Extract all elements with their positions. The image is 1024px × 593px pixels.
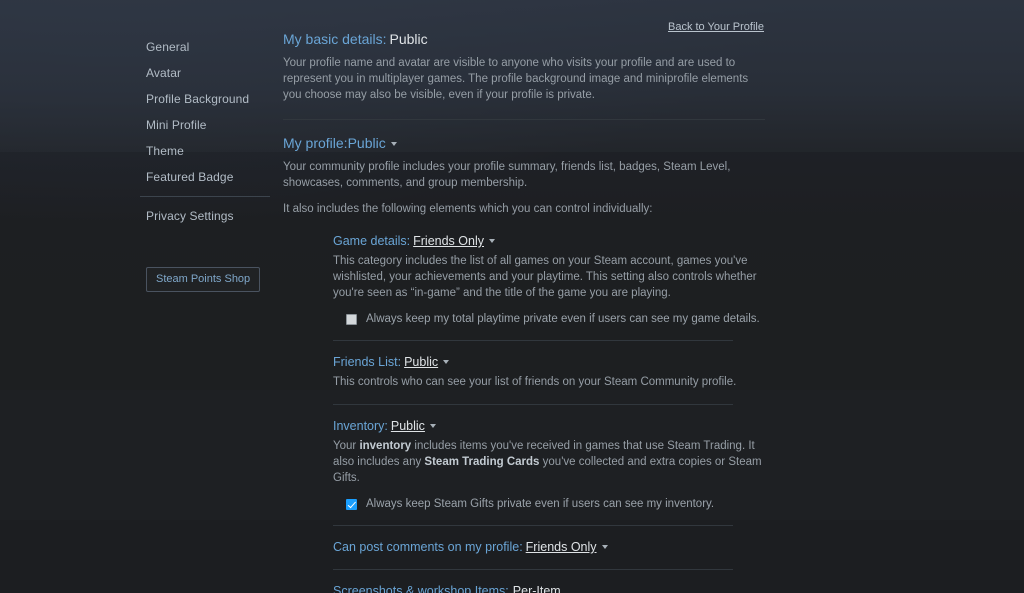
game-details-label: Game details: <box>333 234 411 248</box>
divider-after-comments <box>333 569 733 570</box>
my-profile-description-secondary: It also includes the following elements … <box>283 203 653 215</box>
game-details-description: This category includes the list of all g… <box>333 255 757 299</box>
chevron-down-icon[interactable] <box>429 424 436 428</box>
inventory-description-part1: Your <box>333 440 360 452</box>
privacy-settings-content: My basic details: Public Your profile nam… <box>283 30 765 593</box>
chevron-down-icon[interactable] <box>443 360 450 364</box>
screenshots-label: Screenshots & workshop Items: <box>333 584 509 593</box>
basic-details-description: Your profile name and avatar are visible… <box>283 57 749 101</box>
points-shop-wrapper: Steam Points Shop <box>140 267 272 292</box>
divider-after-basic-details <box>283 119 765 120</box>
friends-list-heading: Friends List: Public <box>333 354 765 370</box>
friends-list-value-dropdown[interactable]: Public <box>404 355 438 369</box>
friends-list-label: Friends List: <box>333 355 402 369</box>
divider-after-inventory <box>333 525 733 526</box>
screenshots-heading: Screenshots & workshop Items: Per-Item <box>333 583 765 593</box>
steam-gifts-private-checkbox-label[interactable]: Always keep Steam Gifts private even if … <box>366 497 714 511</box>
sidebar-item-general[interactable]: General <box>140 34 272 60</box>
sidebar-item-profile-background[interactable]: Profile Background <box>140 86 272 112</box>
chevron-down-icon[interactable] <box>390 142 397 146</box>
friends-list-description: This controls who can see your list of f… <box>333 376 737 388</box>
sidebar-item-avatar[interactable]: Avatar <box>140 60 272 86</box>
inventory-value-dropdown[interactable]: Public <box>391 419 425 433</box>
inventory-term-inventory: inventory <box>359 440 412 452</box>
steam-gifts-private-checkbox[interactable] <box>346 498 357 510</box>
inventory-checkbox-row[interactable]: Always keep Steam Gifts private even if … <box>346 497 765 511</box>
my-profile-label: My profile: <box>283 135 348 151</box>
divider-after-friends-list <box>333 404 733 405</box>
inventory-heading: Inventory: Public <box>333 418 765 434</box>
game-details-heading: Game details: Friends Only <box>333 233 765 249</box>
playtime-private-checkbox-label[interactable]: Always keep my total playtime private ev… <box>366 312 760 326</box>
inventory-term-trading-cards: Steam Trading Cards <box>424 456 540 468</box>
divider-after-game-details <box>333 340 733 341</box>
my-profile-value-dropdown[interactable]: Public <box>348 135 386 151</box>
my-profile-description: Your community profile includes your pro… <box>283 161 731 189</box>
basic-details-value: Public <box>389 31 428 47</box>
game-details-value-dropdown[interactable]: Friends Only <box>413 234 484 248</box>
comments-value-dropdown[interactable]: Friends Only <box>526 540 597 554</box>
comments-heading: Can post comments on my profile: Friends … <box>333 539 765 555</box>
steam-privacy-settings-page: Back to Your Profile General Avatar Prof… <box>0 0 1024 593</box>
sidebar-item-privacy-settings[interactable]: Privacy Settings <box>140 203 272 229</box>
chevron-down-icon[interactable] <box>488 239 495 243</box>
steam-points-shop-button[interactable]: Steam Points Shop <box>146 267 261 292</box>
my-profile-heading: My profile:Public <box>283 134 765 152</box>
playtime-private-checkbox[interactable] <box>346 313 357 325</box>
sidebar-item-mini-profile[interactable]: Mini Profile <box>140 112 272 138</box>
chevron-down-icon[interactable] <box>601 545 608 549</box>
sidebar-divider <box>140 196 270 197</box>
inventory-label: Inventory: <box>333 419 388 433</box>
game-details-checkbox-row[interactable]: Always keep my total playtime private ev… <box>346 312 765 326</box>
basic-details-label: My basic details: <box>283 31 387 47</box>
screenshots-value: Per-Item <box>512 584 561 593</box>
sidebar-item-featured-badge[interactable]: Featured Badge <box>140 164 272 190</box>
basic-details-heading: My basic details: Public <box>283 30 765 48</box>
settings-sidebar: General Avatar Profile Background Mini P… <box>140 34 272 292</box>
comments-label: Can post comments on my profile: <box>333 540 523 554</box>
inventory-description: Your inventory includes items you've rec… <box>333 438 765 486</box>
game-details-section: Game details: Friends Only This category … <box>333 233 765 593</box>
sidebar-item-theme[interactable]: Theme <box>140 138 272 164</box>
